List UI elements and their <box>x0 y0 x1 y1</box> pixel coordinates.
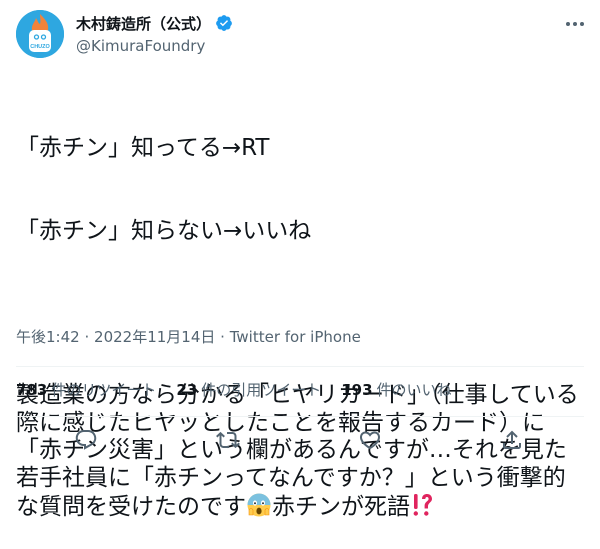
meta-separator: · <box>84 328 90 346</box>
tweet-date: 2022年11月14日 <box>94 328 216 346</box>
likes-count: 193 <box>341 381 373 399</box>
avatar[interactable]: CHUZO <box>16 10 64 58</box>
tweet-body-part2: 赤チンが死語 <box>272 494 410 520</box>
quotes-label: 件の引用ツイート <box>201 381 322 399</box>
reply-icon[interactable] <box>74 428 98 452</box>
meta-separator-2: · <box>220 328 225 346</box>
handle[interactable]: @KimuraFoundry <box>76 37 233 55</box>
quotes-stat[interactable]: 23 件の引用ツイート <box>176 379 321 400</box>
user-block: 木村鋳造所（公式） @KimuraFoundry <box>76 12 233 55</box>
likes-label: 件のいいね <box>376 381 452 399</box>
quotes-count: 23 <box>176 381 198 399</box>
tweet-meta: 午後1:42 · 2022年11月14日 · Twitter for iPhon… <box>16 326 361 347</box>
retweets-stat[interactable]: 783 件のリツイート <box>16 379 156 400</box>
like-icon[interactable] <box>358 428 382 452</box>
retweets-label: 件のリツイート <box>51 381 157 399</box>
display-name[interactable]: 木村鋳造所（公式） <box>76 13 211 34</box>
more-icon[interactable] <box>563 12 587 36</box>
divider-bottom <box>16 416 584 417</box>
foundry-logo: CHUZO <box>16 10 64 58</box>
retweets-count: 783 <box>16 381 48 399</box>
likes-stat[interactable]: 193 件のいいね <box>341 379 451 400</box>
tweet-text: 「赤チン」知ってる→RT 「赤チン」知らない→いいね 製造業の方なら分かる「ヒヤ… <box>16 80 588 549</box>
tweet-time: 午後1:42 <box>16 328 80 346</box>
tweet-actions <box>0 426 600 458</box>
interrobang-emoji-icon <box>413 494 432 516</box>
divider-top <box>16 366 584 367</box>
tweet-header: CHUZO 木村鋳造所（公式） @KimuraFoundry <box>0 0 600 66</box>
tweet-line-2: 「赤チン」知らない→いいね <box>16 217 312 244</box>
timestamp-link[interactable]: 午後1:42 · 2022年11月14日 <box>16 328 215 346</box>
retweet-icon[interactable] <box>216 428 240 452</box>
share-icon[interactable] <box>500 428 524 452</box>
verified-badge-icon <box>216 15 232 31</box>
scream-emoji-icon <box>247 493 271 517</box>
tweet-source[interactable]: Twitter for iPhone <box>230 328 361 346</box>
tweet-stats: 783 件のリツイート 23 件の引用ツイート 193 件のいいね <box>16 379 472 400</box>
tweet-line-1: 「赤チン」知ってる→RT <box>16 135 270 161</box>
avatar-text: CHUZO <box>30 44 50 50</box>
